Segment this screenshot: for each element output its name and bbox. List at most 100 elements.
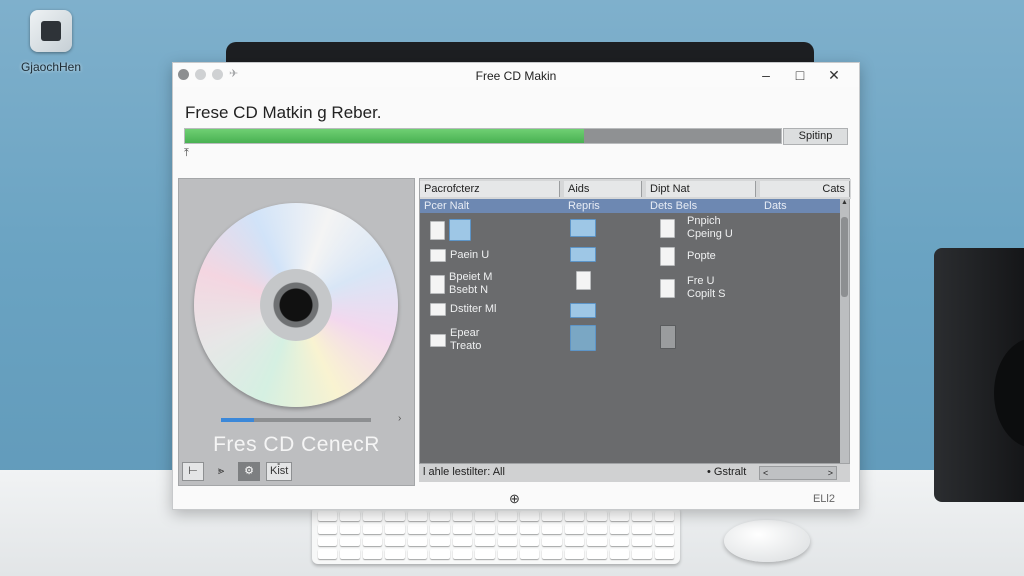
stop-button[interactable]: Spitinp (783, 128, 848, 145)
list-item-label: Popte (687, 250, 716, 262)
list-item[interactable] (570, 247, 596, 262)
keyboard-key (430, 549, 450, 559)
disc-progress-bar (221, 418, 371, 422)
keyboard-key (564, 536, 585, 547)
column-header-aids[interactable]: Aids (564, 181, 642, 197)
globe-icon[interactable]: ⊕ (509, 491, 520, 507)
keyboard-key (475, 523, 495, 534)
keyboard-key (542, 549, 562, 559)
selected-cell-dets: Dets Bels (650, 200, 698, 212)
column-header-dipt[interactable]: Dipt Nat (646, 181, 756, 197)
keyboard-key (452, 511, 473, 521)
list-item[interactable]: Dstiter Ml (430, 303, 496, 316)
maximize-button[interactable]: □ (783, 66, 817, 84)
list-item[interactable]: Bpeiet M Bsebt N (430, 271, 492, 297)
column-header-properties[interactable]: Pacrofcterz (420, 181, 560, 197)
keyboard-key (430, 536, 450, 547)
disc-bar-end-icon: › (398, 413, 402, 424)
selected-cell-dats: Dats (764, 200, 787, 212)
file-browser: Pacrofcterz Aids Dipt Nat Cats Pcer Nalt… (419, 178, 851, 480)
list-item[interactable]: Pnpich Cpeing U (660, 215, 733, 241)
keyboard-key (632, 523, 652, 534)
scroll-thumb[interactable] (841, 217, 848, 297)
keyboard-key (519, 523, 540, 534)
list-item[interactable] (430, 219, 471, 241)
keyboard-key (542, 511, 562, 521)
filter-label[interactable]: l ahle lestilter: All (423, 466, 505, 478)
mouse (724, 520, 810, 562)
keyboard-key (452, 549, 473, 559)
burn-progress-fill (185, 129, 585, 143)
speaker-cone (994, 338, 1024, 448)
list-item-label: Epear Treato (450, 327, 482, 352)
list-item[interactable]: Popte (660, 247, 716, 266)
app-shortcut-icon (30, 10, 72, 52)
keyboard-key (497, 523, 517, 534)
list-item-label: Fre U Copilt S (687, 275, 726, 300)
list-item[interactable]: Paein U (430, 249, 489, 262)
upload-icon[interactable]: ⤒ (184, 147, 189, 160)
list-item[interactable] (570, 303, 596, 318)
horizontal-scrollbar[interactable]: < > (759, 466, 837, 480)
close-button[interactable]: ✕ (817, 66, 851, 84)
disc-caption: Fres CD CenecR (213, 433, 380, 456)
keyboard-key (654, 523, 674, 534)
keyboard-key (587, 511, 607, 521)
list-item[interactable] (660, 325, 676, 349)
keyboard-key (340, 536, 360, 547)
scroll-left-icon[interactable]: < (763, 467, 768, 479)
keyboard-key (654, 549, 674, 559)
keyboard-key (340, 549, 360, 559)
minimize-button[interactable]: – (749, 66, 783, 84)
list-item[interactable] (570, 325, 596, 351)
list-item-label: Dstiter Ml (450, 303, 497, 315)
list-item[interactable] (576, 271, 591, 290)
file-status-bar: l ahle lestilter: All • Gstralt < > (419, 463, 850, 482)
keyboard-key (497, 511, 517, 521)
list-item[interactable]: Fre U Copilt S (660, 275, 726, 301)
keyboard-key (519, 536, 540, 547)
kist-button[interactable]: Ki̊st (266, 462, 293, 481)
settings-button[interactable]: ⚙ (238, 462, 260, 481)
keyboard-key (452, 523, 473, 534)
version-label: ELl2 (812, 493, 835, 505)
status-text: • Gstralt (707, 466, 747, 478)
keyboard-key (587, 536, 607, 547)
file-icon (660, 218, 675, 238)
file-icon (576, 271, 591, 290)
keyboard-key (407, 523, 428, 534)
desktop-shortcut-label: GjaochHen (20, 60, 82, 74)
first-track-button[interactable]: ⊢ (182, 462, 204, 481)
list-item[interactable]: Epear Treato (430, 327, 481, 353)
window-controls: – □ ✕ (749, 66, 851, 84)
keyboard-key (318, 511, 338, 521)
image-file-icon (570, 247, 596, 262)
keyboard-key (430, 523, 450, 534)
page-title: Frese CD Matkin g Reber. (185, 103, 382, 122)
keyboard-key (542, 523, 562, 534)
keyboard-key (542, 536, 562, 547)
scroll-right-icon[interactable]: > (828, 467, 833, 479)
keyboard-key (362, 523, 383, 534)
desktop-shortcut[interactable]: GjaochHen (14, 10, 88, 74)
scroll-up-icon[interactable]: ▲ (840, 199, 849, 206)
list-item[interactable] (570, 219, 596, 237)
keyboard-key (609, 523, 630, 534)
column-header-cats[interactable]: Cats (760, 181, 850, 197)
keyboard-key (609, 549, 630, 559)
disk-image-icon (660, 325, 676, 349)
keyboard-key (564, 523, 585, 534)
selected-cell-reprs: Repris (568, 200, 600, 212)
file-icon (660, 278, 675, 298)
keyboard-key (654, 511, 674, 521)
speaker (934, 248, 1024, 502)
next-button[interactable]: ⪢ (210, 462, 232, 481)
keyboard-key (497, 536, 517, 547)
keyboard-key (318, 536, 338, 547)
keyboard-key (340, 511, 360, 521)
keyboard-key (609, 511, 630, 521)
keyboard-key (564, 511, 585, 521)
table-row-selected[interactable]: Pcer Nalt Repris Dets Bels Dats (420, 199, 842, 213)
title-bar[interactable]: ✈ Free CD Makin – □ ✕ (173, 63, 859, 87)
vertical-scrollbar[interactable]: ▲ ▼ (840, 199, 849, 479)
